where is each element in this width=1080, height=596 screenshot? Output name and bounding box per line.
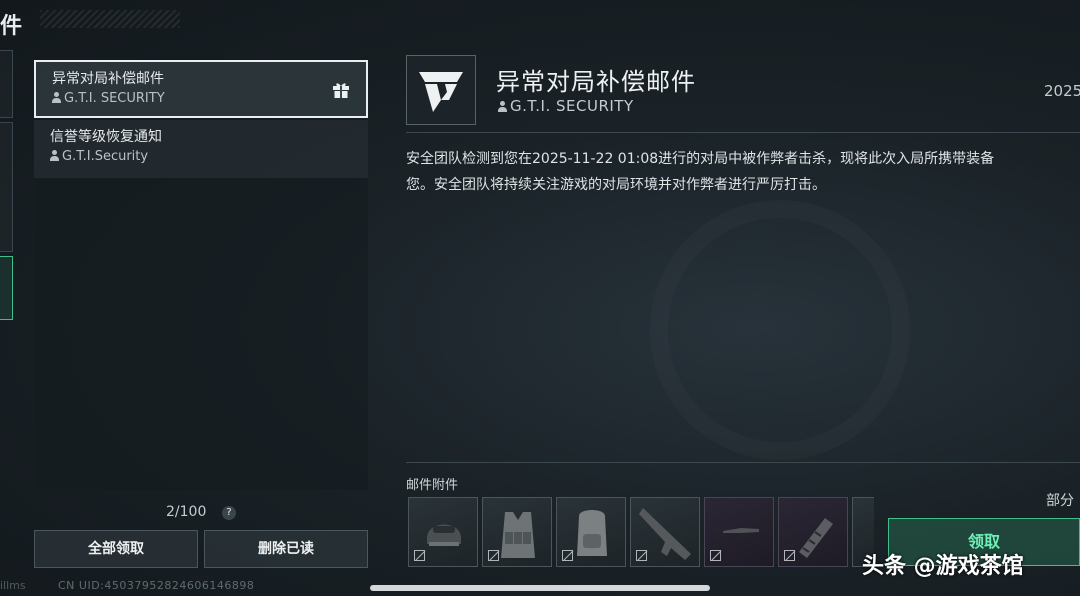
gti-logo-icon: [419, 72, 463, 112]
mail-detail-date: 2025: [1044, 82, 1080, 100]
attachment-backpack[interactable]: [556, 497, 626, 567]
mail-item[interactable]: 信誉等级恢复通知 G.T.I.Security: [34, 120, 368, 178]
attachment-knife[interactable]: [704, 497, 774, 567]
help-icon[interactable]: ?: [222, 506, 236, 520]
bind-lock-icon: [488, 550, 499, 561]
claim-all-button[interactable]: 全部领取: [34, 530, 198, 568]
mail-item-sender: G.T.I.Security: [50, 148, 352, 166]
partial-claim-label: 部分: [1046, 493, 1074, 509]
title-decoration: [40, 10, 180, 28]
sender-logo: [406, 55, 476, 125]
person-icon: [50, 150, 59, 161]
side-nav-tab[interactable]: [0, 50, 13, 118]
mail-count: 2/100: [166, 504, 207, 520]
page-title: 件: [0, 14, 24, 39]
attachment-vest[interactable]: [482, 497, 552, 567]
footer-fragment: illms: [0, 579, 26, 592]
person-icon: [52, 92, 61, 103]
mail-item-sender: G.T.I. SECURITY: [52, 90, 350, 108]
mail-item-selected[interactable]: 异常对局补偿邮件 G.T.I. SECURITY: [34, 60, 368, 118]
mail-body: 安全团队检测到您在2025-11-22 01:08进行的对局中被作弊者击杀，现将…: [406, 146, 1080, 198]
attachment-suppressor[interactable]: [778, 497, 848, 567]
gift-icon: [333, 83, 349, 98]
mail-item-title: 异常对局补偿邮件: [52, 71, 164, 87]
mail-detail-title: 异常对局补偿邮件: [496, 68, 696, 96]
side-nav-tab-active[interactable]: [0, 256, 13, 320]
mail-detail-sender: G.T.I. SECURITY: [498, 97, 634, 115]
divider: [406, 132, 1080, 133]
side-nav-edge: [0, 50, 14, 320]
attachment-helmet[interactable]: [408, 497, 478, 567]
bind-lock-icon: [784, 550, 795, 561]
bind-lock-icon: [636, 550, 647, 561]
attachment-rifle[interactable]: [630, 497, 700, 567]
bind-lock-icon: [710, 550, 721, 561]
delete-read-button[interactable]: 删除已读: [204, 530, 368, 568]
mail-body-line: 您。安全团队将持续关注游戏的对局环境并对作弊者进行严厉打击。: [406, 177, 826, 193]
side-nav-tab[interactable]: [0, 122, 13, 252]
home-indicator[interactable]: [370, 585, 710, 591]
attachments-label: 邮件附件: [406, 478, 459, 493]
mail-list-panel: 异常对局补偿邮件 G.T.I. SECURITY 信誉等级恢复通知 G.T.I.…: [34, 58, 368, 490]
watermark-text: 头条 @游戏茶馆: [862, 554, 1024, 579]
mail-item-title: 信誉等级恢复通知: [50, 129, 162, 145]
person-icon: [498, 101, 507, 112]
mail-body-line: 安全团队检测到您在2025-11-22 01:08进行的对局中被作弊者击杀，现将…: [406, 151, 995, 167]
uid-text: CN UID:4503795282460614689​8: [58, 579, 255, 592]
divider: [406, 462, 1080, 463]
bind-lock-icon: [562, 550, 573, 561]
bind-lock-icon: [414, 550, 425, 561]
background-emblem: [650, 200, 910, 460]
